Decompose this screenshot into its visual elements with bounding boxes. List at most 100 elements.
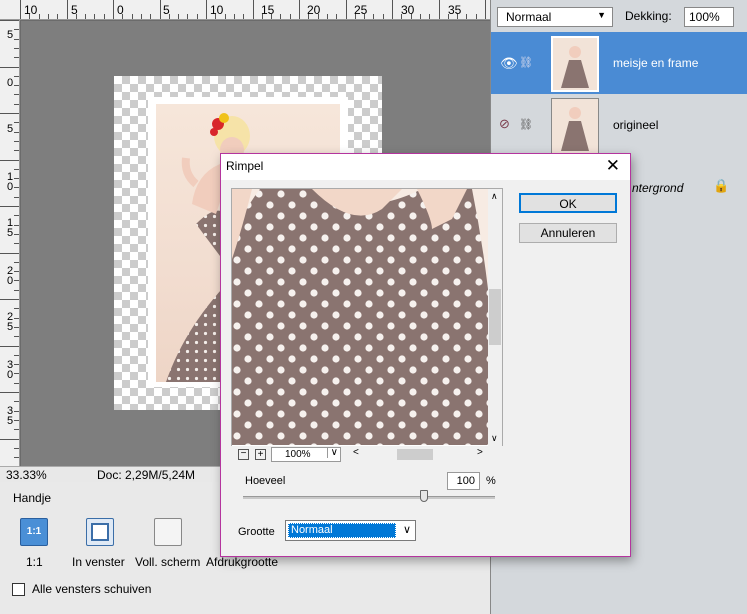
- ruler-tick: [14, 234, 19, 235]
- actual-pixels-label: 1:1: [26, 555, 43, 569]
- ruler-tick: [14, 94, 19, 95]
- ruler-tick: [14, 290, 19, 291]
- ruler-tick: [373, 14, 374, 19]
- ruler-tick: [299, 0, 300, 19]
- layer-row-origineel[interactable]: ⊘ ⛓ origineel: [491, 94, 747, 156]
- ruler-tick: [14, 308, 19, 309]
- ruler-tick: [178, 14, 179, 19]
- ruler-tick: [14, 383, 19, 384]
- ruler-tick: [392, 0, 393, 19]
- ruler-tick: [0, 206, 19, 207]
- ruler-tick: [411, 14, 412, 19]
- close-icon[interactable]: ✕: [606, 156, 620, 176]
- preview-vertical-scrollbar[interactable]: ∧ ∨: [488, 189, 502, 447]
- ruler-label: 15: [261, 3, 275, 17]
- ruler-tick: [14, 215, 19, 216]
- ruler-tick: [253, 0, 254, 19]
- ruler-label: 2 5: [6, 311, 14, 333]
- ruler-tick: [280, 14, 281, 19]
- ruler-label: 3 5: [6, 405, 14, 427]
- ruler-tick: [39, 14, 40, 19]
- horizontal-scroll-thumb[interactable]: [397, 449, 433, 460]
- amount-slider-thumb[interactable]: [420, 490, 429, 502]
- ruler-tick: [485, 0, 486, 19]
- chevron-down-icon: ▼: [597, 10, 606, 20]
- ruler-tick: [187, 14, 188, 19]
- eye-hidden-icon[interactable]: ⊘: [499, 116, 510, 132]
- ruler-tick: [225, 14, 226, 19]
- ruler-tick: [234, 14, 235, 19]
- size-select[interactable]: Normaal ∨: [285, 520, 416, 541]
- opacity-label: Dekking:: [625, 9, 672, 23]
- horizontal-ruler: 10 5 0 5 10 15 20 25 30 35: [0, 0, 490, 20]
- ruler-tick: [14, 225, 19, 226]
- dialog-titlebar[interactable]: Rimpel ✕: [221, 154, 630, 180]
- scroll-right-icon[interactable]: >: [477, 447, 483, 458]
- amount-unit: %: [486, 475, 496, 487]
- zoom-in-icon[interactable]: +: [255, 449, 266, 460]
- ruler-tick: [448, 14, 449, 19]
- ruler-tick: [364, 14, 365, 19]
- ruler-label: 3 0: [6, 359, 14, 381]
- ruler-tick: [0, 20, 19, 21]
- ruler-tick: [0, 346, 19, 347]
- ruler-tick: [14, 197, 19, 198]
- ruler-tick: [14, 76, 19, 77]
- fill-screen-icon[interactable]: [154, 518, 182, 546]
- cancel-button[interactable]: Annuleren: [519, 223, 617, 243]
- ruler-tick: [327, 14, 328, 19]
- layer-row-meisje-en-frame[interactable]: 👁 ⛓ meisje en frame: [491, 32, 747, 94]
- fit-window-label: In venster: [72, 555, 125, 569]
- ruler-tick: [197, 14, 198, 19]
- ruler-tick: [215, 14, 216, 19]
- size-selected-value: Normaal: [288, 523, 396, 538]
- preview-zoom-field[interactable]: 100% ∨: [271, 447, 341, 462]
- ruler-tick: [14, 48, 19, 49]
- zoom-level[interactable]: 33.33%: [6, 468, 47, 482]
- ruler-tick: [14, 122, 19, 123]
- zoom-out-icon[interactable]: −: [238, 449, 249, 460]
- amount-input[interactable]: 100: [447, 472, 480, 490]
- ruler-tick: [0, 160, 19, 161]
- ruler-tick: [113, 0, 114, 19]
- ok-button[interactable]: OK: [519, 193, 617, 213]
- document-size[interactable]: Doc: 2,29M/5,24M: [97, 468, 195, 482]
- ruler-tick: [14, 271, 19, 272]
- scroll-all-checkbox[interactable]: [12, 583, 25, 596]
- ruler-tick: [355, 14, 356, 19]
- amount-label: Hoeveel: [245, 475, 286, 487]
- ruler-tick: [308, 14, 309, 19]
- ruler-tick: [14, 104, 19, 105]
- ruler-tick: [14, 373, 19, 374]
- ruler-tick: [20, 0, 21, 19]
- vertical-ruler: 5 0 5 1 0 1 5 2 0 2 5 3 0 3 5: [0, 20, 20, 466]
- ruler-tick: [14, 39, 19, 40]
- ruler-label: 10: [24, 3, 38, 17]
- ruler-tick: [122, 14, 123, 19]
- scroll-left-icon[interactable]: <: [353, 447, 359, 458]
- ruler-tick: [160, 0, 161, 19]
- amount-slider-track[interactable]: [243, 496, 495, 499]
- fit-window-icon[interactable]: [86, 518, 114, 546]
- blend-mode-value: Normaal: [506, 10, 552, 24]
- scroll-all-label: Alle vensters schuiven: [32, 582, 152, 596]
- filter-preview[interactable]: ∧ ∨: [231, 188, 503, 448]
- ruler-tick: [14, 132, 19, 133]
- ruler-tick: [76, 14, 77, 19]
- opacity-input[interactable]: 100%: [684, 7, 734, 27]
- ruler-tick: [29, 14, 30, 19]
- ripple-dialog: Rimpel ✕ ∧ ∨ − + 100% ∨ < > OK Annuleren…: [220, 153, 631, 557]
- link-icon[interactable]: ⛓: [519, 56, 533, 69]
- blend-mode-select[interactable]: Normaal ▼: [497, 7, 613, 27]
- ruler-tick: [476, 14, 477, 19]
- actual-pixels-icon[interactable]: 1:1: [20, 518, 48, 546]
- eye-icon[interactable]: 👁: [500, 55, 518, 72]
- scroll-thumb[interactable]: [489, 289, 501, 345]
- ruler-tick: [420, 14, 421, 19]
- ruler-tick: [85, 14, 86, 19]
- ruler-tick: [243, 14, 244, 19]
- ruler-tick: [14, 401, 19, 402]
- ruler-tick: [104, 14, 105, 19]
- preview-toolbar: − + 100% ∨ < >: [231, 446, 503, 462]
- link-icon[interactable]: ⛓: [519, 118, 533, 131]
